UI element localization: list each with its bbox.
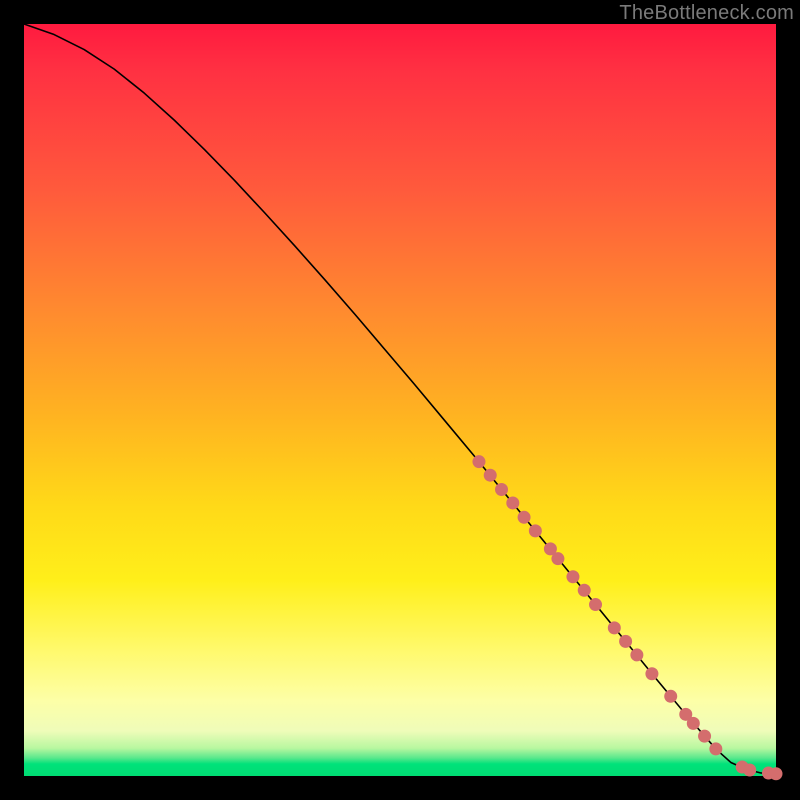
curve-marker bbox=[566, 570, 579, 583]
curve-marker bbox=[495, 483, 508, 496]
curve-marker bbox=[619, 635, 632, 648]
curve-line bbox=[24, 24, 776, 774]
curve-marker bbox=[687, 717, 700, 730]
curve-marker bbox=[709, 742, 722, 755]
chart-overlay bbox=[24, 24, 776, 776]
curve-marker bbox=[664, 690, 677, 703]
curve-marker bbox=[529, 524, 542, 537]
plot-area bbox=[24, 24, 776, 776]
curve-marker bbox=[608, 621, 621, 634]
curve-marker bbox=[484, 469, 497, 482]
curve-marker bbox=[645, 667, 658, 680]
curve-marker bbox=[770, 767, 783, 780]
curve-marker bbox=[743, 763, 756, 776]
curve-marker bbox=[551, 552, 564, 565]
curve-marker bbox=[630, 648, 643, 661]
curve-marker bbox=[518, 511, 531, 524]
curve-markers bbox=[472, 455, 782, 780]
chart-stage: TheBottleneck.com bbox=[0, 0, 800, 800]
curve-marker bbox=[506, 497, 519, 510]
watermark-text: TheBottleneck.com bbox=[619, 2, 794, 25]
curve-marker bbox=[589, 598, 602, 611]
curve-marker bbox=[698, 730, 711, 743]
curve-marker bbox=[578, 584, 591, 597]
curve-marker bbox=[472, 455, 485, 468]
